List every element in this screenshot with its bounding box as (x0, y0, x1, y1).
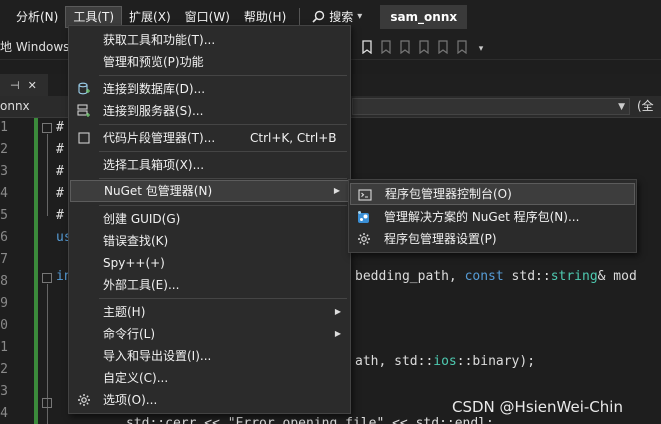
line-number: 4 (0, 406, 8, 421)
pin-icon[interactable]: ⊣ (10, 79, 20, 92)
line-number: 2 (0, 362, 8, 377)
document-tab[interactable]: ⊣ ✕ (0, 74, 48, 96)
prev-bookmark-icon[interactable] (380, 39, 392, 54)
menu-item-manage-preview[interactable]: 管理和预览(P)功能 (70, 51, 349, 73)
watermark: CSDN @HsienWei-Chin (452, 398, 623, 416)
submenu-item-manage-nuget[interactable]: 管理解决方案的 NuGet 程序包(N)... (350, 206, 635, 228)
line-number: 3 (0, 384, 8, 399)
bookmark-icon[interactable] (361, 39, 373, 54)
next-bookmark-icon[interactable] (399, 39, 411, 54)
menu-item-error-lookup[interactable]: 错误查找(K) (70, 230, 349, 252)
line-number: 8 (0, 274, 8, 289)
menu-item-external-tools[interactable]: 外部工具(E)... (70, 274, 349, 296)
fold-guide (47, 134, 48, 216)
line-number: 4 (0, 186, 8, 201)
submenu-item-package-console[interactable]: 程序包管理器控制台(O) (350, 183, 635, 205)
chevron-down-icon: ▾ (357, 11, 363, 22)
console-icon (358, 189, 372, 201)
line-number: 2 (0, 142, 8, 157)
code-line: # (56, 120, 64, 135)
line-number: 0 (0, 318, 8, 333)
next-folder-bookmark-icon[interactable] (437, 39, 449, 54)
change-indicator-bar (34, 118, 38, 424)
nuget-package-icon (358, 211, 369, 223)
menu-item-command-line[interactable]: 命令行(L) ▶ (70, 323, 349, 345)
gear-icon (358, 233, 370, 245)
chevron-down-icon: ▼ (618, 102, 625, 112)
menu-item-create-guid[interactable]: 创建 GUID(G) (70, 208, 349, 230)
database-connect-icon (78, 82, 90, 95)
submenu-arrow-icon: ▶ (333, 186, 340, 195)
code-line: # (56, 142, 64, 157)
snippet-box-icon (78, 132, 90, 144)
line-number: 5 (0, 208, 8, 223)
toolbar-bookmark-group: ▾ (350, 33, 487, 60)
line-number: 1 (0, 120, 8, 135)
search-icon (312, 10, 325, 23)
menu-item-choose-toolbox[interactable]: 选择工具箱项(X)... (70, 154, 349, 176)
code-line: # (56, 164, 64, 179)
tools-menu-dropdown: 获取工具和功能(T)... 管理和预览(P)功能 连接到数据库(D)... 连接… (68, 25, 351, 414)
menu-separator (99, 124, 347, 125)
member-combo[interactable]: (全 (637, 97, 654, 114)
toolbar-overflow-icon[interactable]: ▾ (475, 40, 487, 54)
menu-item-get-tools[interactable]: 获取工具和功能(T)... (70, 29, 349, 51)
menu-item-import-export[interactable]: 导入和导出设置(I)... (70, 345, 349, 367)
platform-target-text[interactable]: 地 Windows (0, 38, 69, 55)
nuget-submenu: 程序包管理器控制台(O) 管理解决方案的 NuGet 程序包(N)... 程序包… (348, 179, 637, 253)
project-combo[interactable]: onnx (0, 96, 30, 117)
menu-separator (99, 205, 347, 206)
fold-toggle-icon[interactable] (42, 123, 52, 133)
submenu-arrow-icon: ▶ (334, 307, 341, 316)
line-number: 3 (0, 164, 8, 179)
menu-separator (99, 151, 347, 152)
menu-item-connect-server[interactable]: 连接到服务器(S)... (70, 100, 349, 122)
menubar-separator (299, 7, 301, 26)
search-label: 搜索 (329, 10, 354, 24)
solution-name: sam_onnx (380, 4, 468, 29)
search-button[interactable]: 搜索 ▾ (306, 8, 368, 25)
prev-folder-bookmark-icon[interactable] (418, 39, 430, 54)
scope-combo[interactable]: ▼ (352, 98, 630, 115)
menu-separator (99, 178, 347, 179)
fold-toggle-icon[interactable] (42, 273, 52, 283)
menu-analyze[interactable]: 分析(N) (9, 6, 65, 28)
line-number: 9 (0, 296, 8, 311)
code-fragment: ath, std::ios::binary); (355, 354, 536, 369)
line-number-gutter: 1 2 3 4 5 6 7 8 9 0 1 2 3 4 (0, 118, 34, 424)
line-number: 1 (0, 340, 8, 355)
menu-item-options[interactable]: 选项(O)... (70, 389, 349, 411)
menu-item-snippet-manager[interactable]: 代码片段管理器(T)... Ctrl+K, Ctrl+B (70, 127, 349, 149)
close-icon[interactable]: ✕ (28, 79, 37, 92)
menu-item-spy[interactable]: Spy++(+) (70, 252, 349, 274)
menu-item-customize[interactable]: 自定义(C)... (70, 367, 349, 389)
menu-separator (99, 75, 347, 76)
code-line: # (56, 186, 64, 201)
menu-item-nuget[interactable]: NuGet 包管理器(N) ▶ (70, 180, 349, 202)
code-fragment: std::cerr << "Error opening file" << std… (126, 416, 494, 424)
fold-toggle-icon[interactable] (42, 398, 52, 408)
clear-bookmarks-icon[interactable] (456, 39, 468, 54)
line-number: 7 (0, 252, 8, 267)
submenu-item-package-settings[interactable]: 程序包管理器设置(P) (350, 228, 635, 250)
menu-item-connect-database[interactable]: 连接到数据库(D)... (70, 78, 349, 100)
server-connect-icon (77, 104, 90, 117)
line-number: 6 (0, 230, 8, 245)
code-line: # (56, 208, 64, 223)
code-fragment: bedding_path, const std::string& mod (355, 269, 637, 284)
submenu-arrow-icon: ▶ (334, 329, 341, 338)
gear-icon (78, 394, 90, 406)
menu-item-theme[interactable]: 主题(H) ▶ (70, 301, 349, 323)
menu-separator (99, 298, 347, 299)
